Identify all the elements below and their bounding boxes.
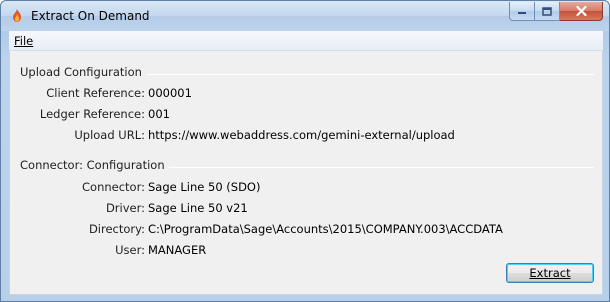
user-label: User: — [115, 243, 145, 257]
client-area: Upload Configuration Client Reference: 0… — [9, 51, 603, 295]
directory-value: C:\ProgramData\Sage\Accounts\2015\COMPAN… — [148, 222, 503, 236]
menu-file-label: File — [14, 34, 34, 48]
connector-configuration-heading: Connector: Configuration — [20, 158, 169, 172]
driver-label: Driver: — [105, 201, 145, 215]
database-flame-icon — [13, 9, 21, 22]
directory-label: Directory: — [88, 222, 145, 236]
upload-url-value: https://www.webaddress.com/gemini-extern… — [148, 128, 455, 142]
minimize-icon — [518, 12, 526, 14]
title-bar[interactable]: Extract On Demand — [1, 1, 609, 31]
extract-button-label: Extract — [529, 266, 571, 280]
extract-button[interactable]: Extract — [506, 263, 594, 283]
menu-bar: File — [9, 31, 603, 51]
upload-configuration-heading: Upload Configuration — [20, 65, 146, 79]
minimize-button[interactable] — [509, 2, 535, 21]
close-icon — [575, 6, 587, 16]
connector-value: Sage Line 50 (SDO) — [148, 180, 261, 194]
menu-file[interactable]: File — [14, 34, 33, 48]
window-title: Extract On Demand — [31, 9, 150, 23]
close-button[interactable] — [560, 2, 603, 21]
upload-url-label: Upload URL: — [74, 128, 145, 142]
maximize-button[interactable] — [535, 2, 560, 21]
driver-value: Sage Line 50 v21 — [148, 201, 248, 215]
maximize-icon — [542, 6, 552, 16]
caption-buttons — [509, 2, 603, 21]
user-value: MANAGER — [148, 243, 207, 257]
ledger-reference-label: Ledger Reference: — [39, 107, 145, 121]
client-reference-label: Client Reference: — [46, 86, 145, 100]
client-reference-value: 000001 — [148, 86, 192, 100]
app-window: Extract On Demand File Upload Configurat… — [0, 0, 610, 302]
connector-label: Connector: — [82, 180, 145, 194]
ledger-reference-value: 001 — [148, 107, 170, 121]
